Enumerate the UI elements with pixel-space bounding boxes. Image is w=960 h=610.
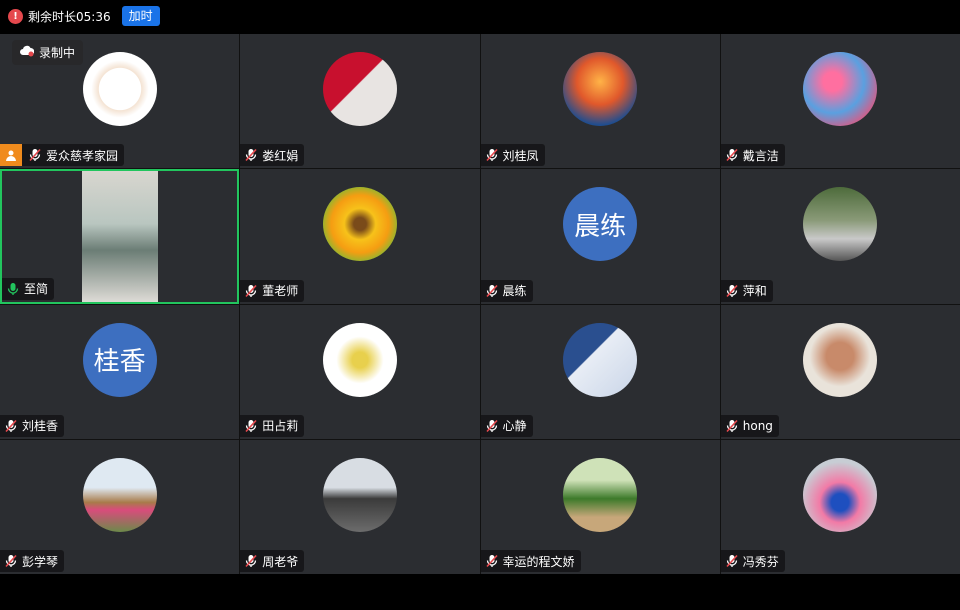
participant-tile[interactable]: 戴言洁 (720, 34, 960, 169)
participant-tile[interactable]: 彭学琴 (0, 439, 240, 574)
participant-label: 刘桂香 (0, 414, 65, 437)
mic-muted-icon (485, 419, 499, 433)
participant-name: hong (742, 418, 773, 433)
participant-name: 戴言洁 (742, 148, 779, 163)
timer-text: 剩余时长05:36 (28, 9, 111, 24)
participant-label: 萍和 (720, 279, 773, 302)
avatar (322, 322, 397, 397)
extend-time-button[interactable]: 加时 (121, 6, 160, 26)
participant-name: 萍和 (742, 284, 767, 298)
participant-label: 爱众慈孝家园 (0, 144, 125, 167)
recording-text: 录制中 (39, 46, 76, 60)
avatar (322, 457, 397, 532)
mic-muted-icon (244, 284, 258, 298)
avatar (563, 52, 638, 126)
avatar (803, 457, 878, 532)
participant-tile[interactable]: 幸运的程文娇 (480, 439, 720, 574)
participant-label: hong (720, 414, 779, 437)
participant-tile[interactable]: 桂香刘桂香 (0, 304, 240, 439)
participant-name: 晨练 (502, 284, 527, 298)
avatar: 晨练 (563, 187, 638, 262)
participant-tile[interactable]: 田占莉 (240, 304, 480, 439)
top-bar: ! 剩余时长05:36 加时 (0, 0, 960, 34)
participant-tile[interactable]: 刘桂凤 (480, 34, 720, 169)
avatar (82, 52, 157, 126)
participant-grid: 录制中 爱众慈孝家园 娄红娟 刘桂凤 戴言洁 至简 董老师 晨练 晨练 萍和 桂香 刘桂香 田占莉 心静 h… (0, 34, 960, 574)
participant-label: 刘桂凤 (480, 144, 545, 167)
mic-muted-icon (485, 554, 499, 568)
remaining-time: ! 剩余时长05:36 加时 (8, 6, 160, 26)
participant-name: 幸运的程文娇 (502, 554, 575, 569)
cloud-record-icon (20, 45, 35, 60)
participant-label: 心静 (480, 414, 533, 437)
participant-name: 刘桂凤 (502, 148, 539, 163)
participant-tile[interactable]: 冯秀芬 (720, 439, 960, 574)
mic-muted-icon (244, 419, 258, 433)
participant-name: 爱众慈孝家园 (46, 148, 119, 163)
participant-tile[interactable]: 晨练 晨练 (480, 169, 720, 304)
participant-label: 董老师 (240, 279, 305, 302)
mic-muted-icon (725, 148, 739, 162)
participant-label: 冯秀芬 (720, 550, 785, 572)
participant-tile[interactable]: 录制中爱众慈孝家园 (0, 34, 240, 169)
participant-tile[interactable]: 娄红娟 (240, 34, 480, 169)
host-icon (0, 144, 22, 167)
participant-name: 彭学琴 (22, 554, 59, 569)
participant-name: 娄红娟 (262, 148, 299, 163)
mic-muted-icon (725, 419, 739, 433)
participant-name: 董老师 (262, 284, 299, 298)
avatar (82, 457, 157, 532)
mic-muted-icon (485, 148, 499, 162)
participant-tile[interactable]: 至简 (0, 169, 240, 304)
participant-name: 田占莉 (262, 419, 299, 434)
participant-tile[interactable]: 萍和 (720, 169, 960, 304)
mic-active-icon (6, 282, 20, 296)
participant-tile[interactable]: 董老师 (240, 169, 480, 304)
avatar (803, 322, 878, 397)
participant-label: 彭学琴 (0, 550, 65, 572)
avatar (803, 187, 878, 262)
mic-muted-icon (28, 148, 42, 162)
participant-label: 戴言洁 (720, 144, 785, 167)
participant-name: 冯秀芬 (742, 554, 779, 569)
alert-icon: ! (8, 8, 23, 24)
avatar (803, 52, 878, 126)
participant-label: 娄红娟 (240, 144, 305, 167)
participant-name: 至简 (24, 282, 49, 296)
mic-muted-icon (4, 554, 18, 568)
participant-name: 心静 (502, 419, 527, 434)
avatar: 桂香 (82, 322, 157, 397)
recording-indicator: 录制中 (12, 40, 84, 65)
mic-muted-icon (725, 284, 739, 298)
video-feed (82, 171, 158, 302)
mic-muted-icon (244, 148, 258, 162)
avatar (322, 187, 397, 262)
participant-name: 周老爷 (262, 554, 299, 569)
bottom-bar (0, 574, 960, 610)
participant-label: 晨练 (480, 279, 533, 302)
participant-name: 刘桂香 (22, 419, 59, 434)
mic-muted-icon (725, 554, 739, 568)
mic-muted-icon (244, 554, 258, 568)
mic-muted-icon (4, 419, 18, 433)
participant-label: 周老爷 (240, 550, 305, 572)
avatar (322, 52, 397, 126)
participant-tile[interactable]: 心静 (480, 304, 720, 439)
avatar (563, 457, 638, 532)
participant-label: 至简 (2, 277, 55, 300)
participant-tile[interactable]: 周老爷 (240, 439, 480, 574)
mic-muted-icon (485, 284, 499, 298)
participant-tile[interactable]: hong (720, 304, 960, 439)
avatar (563, 322, 638, 397)
participant-label: 幸运的程文娇 (480, 550, 581, 572)
participant-label: 田占莉 (240, 414, 305, 437)
